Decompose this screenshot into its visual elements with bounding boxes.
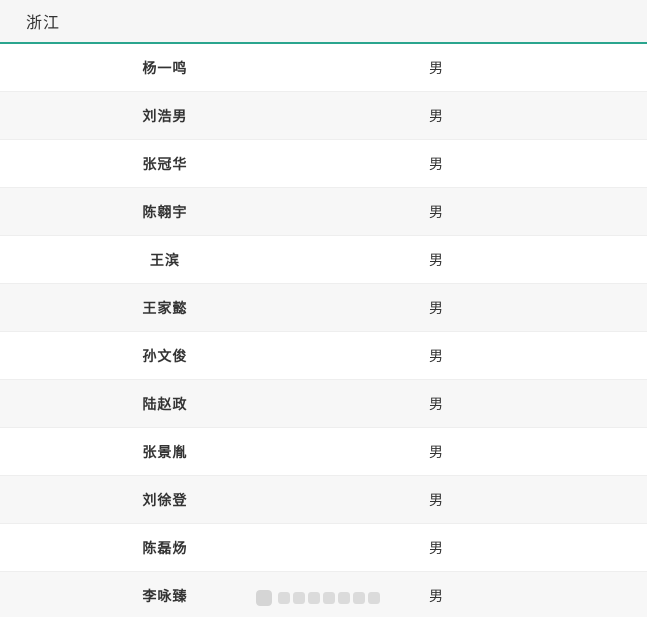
- player-gender: 男: [429, 252, 443, 269]
- player-gender: 男: [429, 540, 443, 557]
- table-row: 李咏臻 男: [0, 572, 647, 617]
- player-gender: 男: [429, 492, 443, 509]
- player-name: 刘徐登: [142, 492, 188, 509]
- table-row: 王滨 男: [0, 236, 647, 284]
- table-row: 刘徐登 男: [0, 476, 647, 524]
- player-name: 陈磊炀: [142, 540, 188, 557]
- player-gender: 男: [429, 348, 443, 365]
- table-row: 陆赵政 男: [0, 380, 647, 428]
- player-name: 刘浩男: [142, 108, 188, 125]
- player-name: 孙文俊: [142, 348, 188, 365]
- table-row: 陈磊炀 男: [0, 524, 647, 572]
- player-name: 王滨: [150, 252, 180, 269]
- player-gender: 男: [429, 108, 443, 125]
- table-row: 刘浩男 男: [0, 92, 647, 140]
- table-row: 张冠华 男: [0, 140, 647, 188]
- table-row: 杨一鸣 男: [0, 44, 647, 92]
- section-title: 浙江: [26, 13, 61, 32]
- player-name: 陆赵政: [142, 396, 188, 413]
- table-row: 王家懿 男: [0, 284, 647, 332]
- section-header: 浙江: [0, 0, 647, 44]
- player-gender: 男: [429, 204, 443, 221]
- table-row: 张景胤 男: [0, 428, 647, 476]
- roster-table: 杨一鸣 男 刘浩男 男 张冠华 男 陈翱宇 男 王滨 男 王家懿 男 孙文俊 男…: [0, 44, 647, 617]
- player-name: 李咏臻: [142, 588, 188, 605]
- player-gender: 男: [429, 60, 443, 77]
- player-gender: 男: [429, 396, 443, 413]
- player-name: 张景胤: [142, 444, 188, 461]
- player-name: 陈翱宇: [142, 204, 188, 221]
- table-row: 孙文俊 男: [0, 332, 647, 380]
- player-gender: 男: [429, 444, 443, 461]
- player-name: 张冠华: [142, 156, 188, 173]
- table-row: 陈翱宇 男: [0, 188, 647, 236]
- player-gender: 男: [429, 300, 443, 317]
- player-name: 王家懿: [142, 300, 188, 317]
- player-name: 杨一鸣: [142, 60, 188, 77]
- player-gender: 男: [429, 588, 443, 605]
- player-gender: 男: [429, 156, 443, 173]
